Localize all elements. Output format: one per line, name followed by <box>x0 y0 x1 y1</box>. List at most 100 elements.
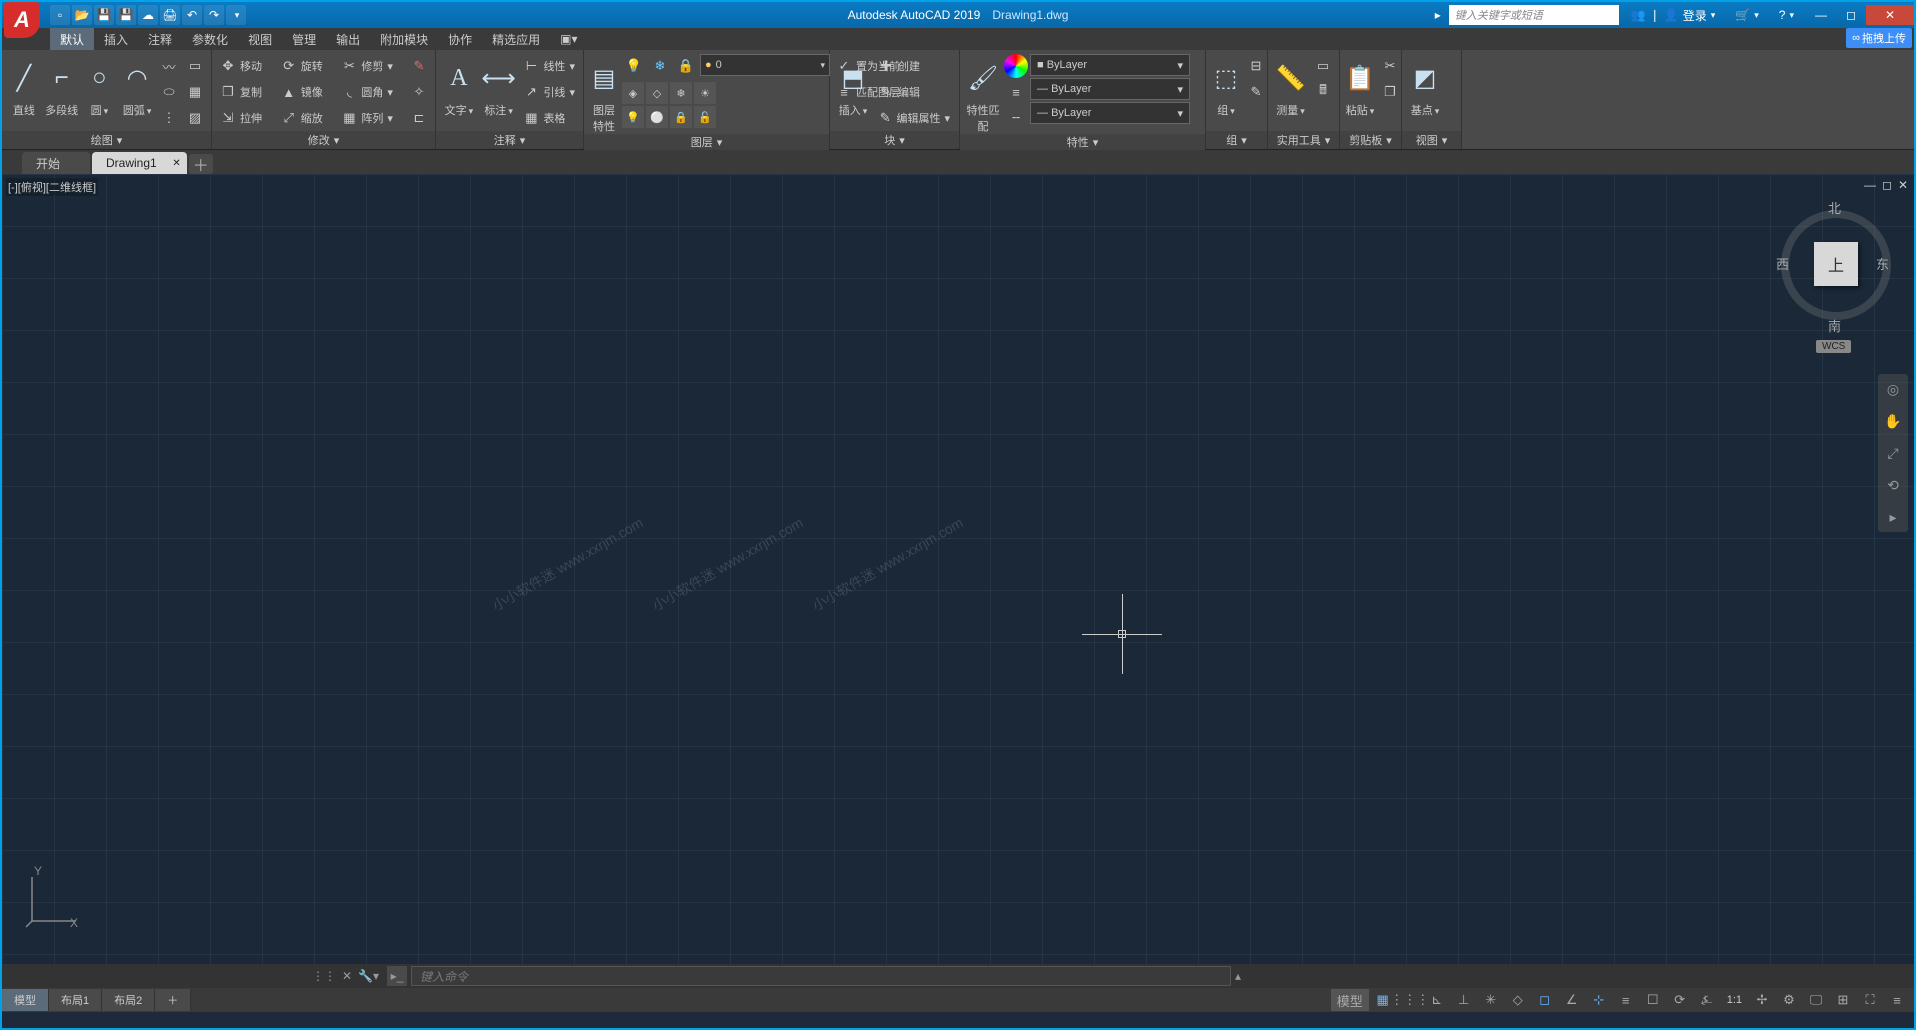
color-icon[interactable] <box>1004 54 1028 78</box>
viewcube[interactable]: 北 南 西 东 上 WCS <box>1776 198 1896 348</box>
vp-minimize-icon[interactable]: — <box>1864 178 1876 192</box>
ellipse-icon[interactable]: ⬭ <box>157 80 181 104</box>
st-transparency-icon[interactable]: ☐ <box>1640 989 1666 1011</box>
close-button[interactable]: ✕ <box>1866 5 1914 25</box>
mirror-button[interactable]: ▲镜像 <box>277 80 336 104</box>
tab-start[interactable]: 开始 <box>22 152 90 174</box>
maximize-button[interactable]: ◻ <box>1836 5 1866 25</box>
infocenter-signin[interactable]: 👥 ❘ 👤 登录 ▾ <box>1623 7 1724 24</box>
layer-lck-icon[interactable]: 🔒 <box>670 106 692 128</box>
vp-close-icon[interactable]: ✕ <box>1898 178 1908 192</box>
viewcube-top[interactable]: 上 <box>1814 242 1858 286</box>
st-osnap-icon[interactable]: ◻ <box>1532 989 1558 1011</box>
dim-button[interactable]: ⟷标注 <box>480 52 518 118</box>
qat-dropdown-icon[interactable] <box>226 5 246 25</box>
viewcube-south[interactable]: 南 <box>1828 316 1841 335</box>
panel-view-title[interactable]: 视图 ▾ <box>1402 131 1461 149</box>
layer-off-icon[interactable]: 💡 <box>622 54 646 78</box>
viewcube-east[interactable]: 东 <box>1876 254 1889 273</box>
edit-attr-button[interactable]: ✎编辑属性 ▾ <box>874 106 954 130</box>
rotate-button[interactable]: ⟳旋转 <box>277 54 336 78</box>
qat-save-icon[interactable]: 💾 <box>94 5 114 25</box>
table-button[interactable]: ▦表格 <box>519 106 579 130</box>
panel-block-title[interactable]: 块 ▾ <box>830 131 959 149</box>
viewcube-west[interactable]: 西 <box>1776 254 1789 273</box>
nav-wheel-icon[interactable]: ◎ <box>1882 378 1904 400</box>
color-combo[interactable]: ■ ByLayer▾ <box>1030 54 1190 76</box>
drawing-area[interactable]: [-][俯视][二维线框] — ◻ ✕ YX 北 南 西 东 上 WCS ◎ ✋… <box>2 174 1914 964</box>
layout-model[interactable]: 模型 <box>2 989 49 1011</box>
cmd-history-icon[interactable]: ▴ <box>1235 969 1241 983</box>
region-icon[interactable]: ▨ <box>183 106 207 130</box>
st-snap-icon[interactable]: ⋮⋮⋮ <box>1397 989 1423 1011</box>
layerprops-button[interactable]: ▤图层特性 <box>588 52 620 134</box>
app-logo-icon[interactable]: A <box>4 2 40 38</box>
tab-addins[interactable]: 附加模块 <box>370 28 438 50</box>
viewport-label[interactable]: [-][俯视][二维线框] <box>6 178 98 196</box>
upload-tag[interactable]: ∞ 拖拽上传 <box>1846 28 1912 48</box>
move-button[interactable]: ✥移动 <box>216 54 275 78</box>
copy-button[interactable]: ❐复制 <box>216 80 275 104</box>
search-arrow-icon[interactable]: ▸ <box>1431 8 1445 22</box>
array-button[interactable]: ▦阵列 ▾ <box>337 106 405 130</box>
offset-icon[interactable]: ⊏ <box>407 106 431 130</box>
st-monitor-icon[interactable]: 🖵 <box>1803 989 1829 1011</box>
qat-plot-icon[interactable]: 🖨 <box>160 5 180 25</box>
layout-add-button[interactable]: ＋ <box>155 989 191 1011</box>
layer-freeze-icon[interactable]: ❄ <box>648 54 672 78</box>
fillet-button[interactable]: ◟圆角 ▾ <box>337 80 405 104</box>
insert-button[interactable]: ⬒插入 <box>834 52 872 118</box>
base-button[interactable]: ◩基点 <box>1406 52 1444 118</box>
tab-output[interactable]: 输出 <box>326 28 370 50</box>
st-iso-icon[interactable]: ◇ <box>1505 989 1531 1011</box>
tab-parametric[interactable]: 参数化 <box>182 28 238 50</box>
layout-2[interactable]: 布局2 <box>102 989 155 1011</box>
hatch-icon[interactable]: ▦ <box>183 80 207 104</box>
text-button[interactable]: A文字 <box>440 52 478 118</box>
tab-collab[interactable]: 协作 <box>438 28 482 50</box>
line-button[interactable]: ╱直线 <box>6 52 42 118</box>
panel-annot-title[interactable]: 注释 ▾ <box>436 131 583 149</box>
minimize-button[interactable]: — <box>1806 5 1836 25</box>
command-input[interactable]: 键入命令 <box>411 966 1231 986</box>
copy-clip-icon[interactable]: ❐ <box>1378 80 1402 104</box>
layer-thaw-icon[interactable]: ☀ <box>694 82 716 104</box>
st-annoscale-icon[interactable]: ⍼ <box>1694 989 1720 1011</box>
lweight-icon[interactable]: ≡ <box>1004 80 1028 104</box>
edit-block-button[interactable]: ✎编辑 <box>874 80 954 104</box>
layer-lock-icon[interactable]: 🔒 <box>674 54 698 78</box>
st-lwt-icon[interactable]: ≡ <box>1613 989 1639 1011</box>
select-icon[interactable]: ▭ <box>1311 54 1335 78</box>
calc-icon[interactable]: 🖩 <box>1311 80 1335 104</box>
layer-frz-icon[interactable]: ❄ <box>670 82 692 104</box>
layer-offall-icon[interactable]: ⚪ <box>646 106 668 128</box>
panel-draw-title[interactable]: 绘图 ▾ <box>2 131 211 149</box>
qat-undo-icon[interactable]: ↶ <box>182 5 202 25</box>
qat-cloud-icon[interactable]: ☁ <box>138 5 158 25</box>
group-edit-icon[interactable]: ✎ <box>1244 80 1268 104</box>
st-custom-icon[interactable]: ≡ <box>1884 989 1910 1011</box>
tab-close-icon[interactable]: ✕ <box>172 158 180 169</box>
qat-open-icon[interactable]: 📂 <box>72 5 92 25</box>
tab-insert[interactable]: 插入 <box>94 28 138 50</box>
search-input[interactable]: 键入关键字或短语 <box>1449 5 1619 25</box>
nav-orbit-icon[interactable]: ⟲ <box>1882 474 1904 496</box>
polyline-button[interactable]: ⌐多段线 <box>44 52 80 118</box>
st-otrack-icon[interactable]: ⊹ <box>1586 989 1612 1011</box>
st-infer-icon[interactable]: ⊾ <box>1424 989 1450 1011</box>
rect-icon[interactable]: ▭ <box>183 54 207 78</box>
group-button[interactable]: ⬚组 <box>1210 52 1242 118</box>
vp-maximize-icon[interactable]: ◻ <box>1882 178 1892 192</box>
ltype-combo[interactable]: — ByLayer▾ <box>1030 102 1190 124</box>
qat-new-icon[interactable]: ▫ <box>50 5 70 25</box>
panel-clip-title[interactable]: 剪贴板 ▾ <box>1340 131 1401 149</box>
infocenter-help-icon[interactable]: ? ▾ <box>1771 8 1802 22</box>
st-model-button[interactable]: 模型 <box>1331 989 1369 1011</box>
qat-redo-icon[interactable]: ↷ <box>204 5 224 25</box>
ltype-icon[interactable]: ╌ <box>1004 106 1028 130</box>
st-3dosnap-icon[interactable]: ∠ <box>1559 989 1585 1011</box>
arc-button[interactable]: ◠圆弧 <box>119 52 155 118</box>
panel-group-title[interactable]: 组 ▾ <box>1206 131 1267 149</box>
tab-manage[interactable]: 管理 <box>282 28 326 50</box>
st-units-icon[interactable]: ⊞ <box>1830 989 1856 1011</box>
